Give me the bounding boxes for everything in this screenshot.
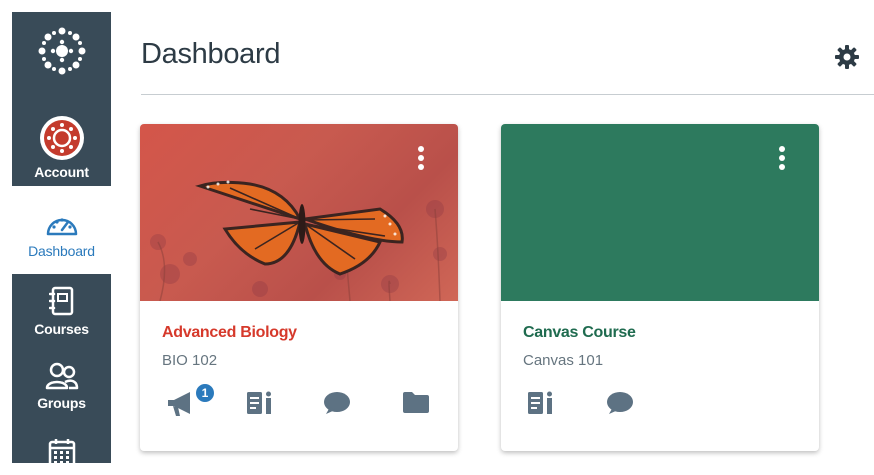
announcements-link[interactable] [166,390,196,423]
dashboard-gauge-icon [46,218,77,236]
page-title: Dashboard [141,38,281,70]
avatar-icon [43,120,80,156]
header-divider [141,94,874,95]
assignments-icon [528,391,552,414]
announcements-megaphone-icon [168,392,190,416]
course-card-title[interactable]: Advanced Biology [162,324,297,342]
nav-item-account[interactable]: Account [12,102,111,186]
nav-item-courses[interactable]: Courses [12,274,111,350]
avatar [39,116,84,160]
files-folder-icon [403,392,429,413]
discussions-icon [607,392,633,414]
discussions-link[interactable] [605,390,635,421]
dashboard-options-button[interactable] [834,44,860,75]
nav-item-dashboard[interactable]: Dashboard [12,186,111,274]
course-card-code: Canvas 101 [523,352,604,369]
discussions-link[interactable] [322,390,352,421]
butterfly-image [150,180,447,301]
nav-item-groups[interactable]: Groups [12,350,111,426]
announcements-unread-badge: 1 [194,382,216,404]
global-navigation: Account Dashboard Courses Groups [12,12,111,468]
nav-label-groups: Groups [37,395,86,411]
course-card-options-button[interactable] [779,146,787,173]
assignments-link[interactable] [246,390,274,421]
course-card-advanced-biology[interactable]: Advanced Biology BIO 102 1 [140,124,458,451]
course-card-options-button[interactable] [418,146,426,173]
window-top-margin [0,0,874,8]
course-card-code: BIO 102 [162,352,218,369]
course-card-hero-color[interactable] [501,124,819,301]
files-link[interactable] [402,390,430,419]
calendar-icon [48,439,75,468]
courses-book-icon [48,286,73,316]
assignments-icon [247,391,271,414]
canvas-logo-icon [38,27,85,75]
assignments-link[interactable] [527,390,555,421]
discussions-icon [324,392,350,414]
course-card-hero-image[interactable] [140,124,458,301]
canvas-logo[interactable] [12,12,111,98]
course-card-canvas-course[interactable]: Canvas Course Canvas 101 [501,124,819,451]
nav-label-account: Account [34,164,89,180]
course-card-title[interactable]: Canvas Course [523,324,636,342]
nav-label-courses: Courses [34,321,89,337]
groups-people-icon [45,362,78,390]
gear-icon [835,45,859,69]
nav-item-calendar[interactable] [12,426,111,475]
nav-label-dashboard: Dashboard [28,243,95,259]
